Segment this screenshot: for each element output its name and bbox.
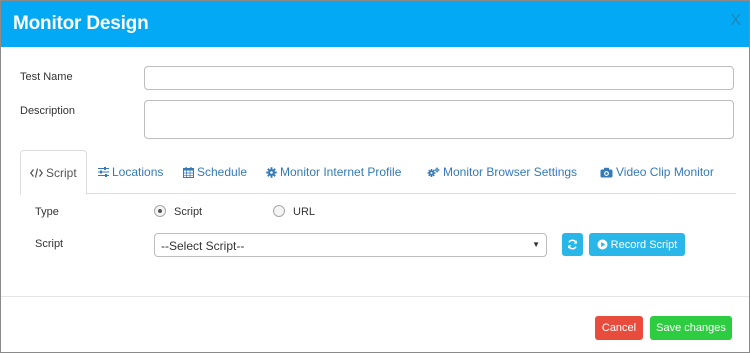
code-icon (30, 167, 43, 178)
script-label: Script (35, 238, 64, 250)
cancel-button[interactable]: Cancel (595, 316, 643, 340)
description-label: Description (20, 105, 76, 117)
description-textarea[interactable] (144, 100, 734, 139)
tab-script-label: Script (46, 165, 77, 180)
type-script-radio[interactable] (154, 205, 166, 217)
script-select-value: --Select Script-- (161, 239, 245, 253)
sliders-icon (98, 167, 109, 177)
script-select[interactable]: --Select Script-- ▼ (154, 233, 547, 257)
type-label: Type (35, 206, 59, 218)
calendar-icon (183, 166, 194, 178)
record-script-button[interactable]: Record Script (589, 233, 685, 256)
type-script-label: Script (174, 206, 203, 218)
tab-monitor-browser-settings[interactable]: Monitor Browser Settings (427, 150, 577, 194)
gears-icon (427, 167, 440, 178)
tab-schedule[interactable]: Schedule (183, 150, 247, 194)
test-name-label: Test Name (20, 71, 73, 83)
tab-locations-label: Locations (112, 165, 164, 179)
tab-schedule-label: Schedule (197, 165, 248, 179)
refresh-icon (567, 239, 578, 250)
play-circle-icon (597, 239, 608, 250)
camera-icon (600, 167, 613, 178)
tab-video-clip-monitor-label: Video Clip Monitor (616, 165, 714, 179)
tab-script[interactable]: Script (20, 150, 87, 195)
refresh-button[interactable] (562, 233, 583, 256)
gear-icon (266, 166, 277, 178)
record-script-label: Record Script (610, 238, 678, 251)
test-name-input[interactable] (144, 66, 734, 90)
tab-locations[interactable]: Locations (98, 150, 163, 194)
chevron-down-icon: ▼ (532, 240, 540, 249)
tab-monitor-internet-profile[interactable]: Monitor Internet Profile (266, 150, 401, 194)
save-changes-button[interactable]: Save changes (650, 316, 732, 340)
monitor-design-dialog: Monitor Design X Test Name Description S… (0, 0, 750, 353)
tab-monitor-browser-settings-label: Monitor Browser Settings (443, 165, 578, 179)
dialog-title: Monitor Design (13, 13, 149, 34)
close-button[interactable]: X (730, 13, 741, 29)
tab-bar: Script Locations Schedule Monitor Intern… (20, 150, 736, 195)
tab-video-clip-monitor[interactable]: Video Clip Monitor (600, 150, 714, 194)
type-url-label: URL (293, 206, 316, 218)
tab-monitor-internet-profile-label: Monitor Internet Profile (280, 165, 402, 179)
dialog-header: Monitor Design X (1, 1, 749, 47)
footer-divider (1, 296, 749, 297)
type-url-radio[interactable] (273, 205, 285, 217)
